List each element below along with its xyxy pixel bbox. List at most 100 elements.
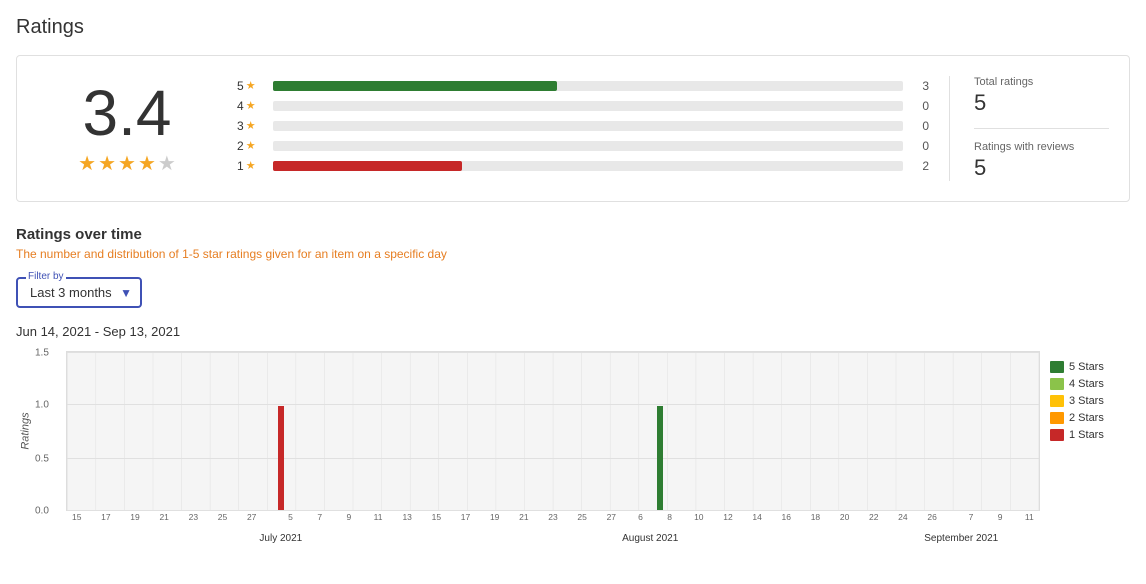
totals-divider <box>974 128 1109 129</box>
bar-label-3: 3 ★ <box>237 119 267 133</box>
x-tick-12b: 12 <box>723 512 732 522</box>
average-score: 3.4 <box>37 81 217 145</box>
bar-track-4 <box>273 101 903 111</box>
legend-color-3stars <box>1050 395 1064 407</box>
x-tick-23: 23 <box>189 512 198 522</box>
legend-3stars: 3 Stars <box>1050 395 1130 407</box>
x-tick-13a: 13 <box>402 512 411 522</box>
bar-count-4: 0 <box>909 99 929 113</box>
x-tick-11a: 11 <box>374 512 383 522</box>
chart-area: Ratings 1.5 1.0 0.5 0.0 <box>16 351 1130 561</box>
ratings-bars: 5 ★ 3 4 ★ 0 3 ★ <box>217 79 949 179</box>
ratings-over-time-section: Ratings over time The number and distrib… <box>16 226 1130 561</box>
legend-color-5stars <box>1050 361 1064 373</box>
x-tick-27b: 27 <box>607 512 616 522</box>
star-4: ★ <box>138 151 156 176</box>
bar-count-1: 2 <box>909 159 929 173</box>
filter-container: Filter by Last 3 months Last 6 months La… <box>16 277 142 308</box>
x-tick-25: 25 <box>218 512 227 522</box>
bar-label-text-5: 5 <box>237 79 244 93</box>
bar-label-text-1: 1 <box>237 159 244 173</box>
x-tick-16b: 16 <box>782 512 791 522</box>
x-tick-19: 19 <box>130 512 139 522</box>
bar-track-5 <box>273 81 903 91</box>
ratings-reviews-label: Ratings with reviews <box>974 141 1109 153</box>
ratings-reviews-value: 5 <box>974 155 1109 181</box>
x-tick-25a: 25 <box>577 512 586 522</box>
x-tick-21: 21 <box>159 512 168 522</box>
star-3: ★ <box>118 151 136 176</box>
x-tick-17: 17 <box>101 512 110 522</box>
filter-select[interactable]: Last 3 months Last 6 months Last year Al… <box>30 285 128 300</box>
bar-star-1: ★ <box>246 159 256 172</box>
legend-color-1stars <box>1050 429 1064 441</box>
bar-label-text-2: 2 <box>237 139 244 153</box>
x-tick-21a: 21 <box>519 512 528 522</box>
y-label-0-5: 0.5 <box>35 453 49 464</box>
gridline-0-0: 0.0 <box>67 510 1039 511</box>
x-tick-26b: 26 <box>927 512 936 522</box>
x-tick-7a: 7 <box>317 512 322 522</box>
bar-row-3: 3 ★ 0 <box>237 119 929 133</box>
legend-label-3stars: 3 Stars <box>1069 395 1104 407</box>
legend-1stars: 1 Stars <box>1050 429 1130 441</box>
x-tick-18b: 18 <box>811 512 820 522</box>
bar-fill-1 <box>273 161 462 171</box>
x-tick-9c: 9 <box>998 512 1003 522</box>
bar-row-1: 1 ★ 2 <box>237 159 929 173</box>
chart-bar-green <box>657 406 663 510</box>
stars-display: ★ ★ ★ ★ ★ <box>37 151 217 176</box>
bar-label-text-4: 4 <box>237 99 244 113</box>
bar-label-1: 1 ★ <box>237 159 267 173</box>
bar-label-text-3: 3 <box>237 119 244 133</box>
legend-label-4stars: 4 Stars <box>1069 378 1104 390</box>
x-tick-27a: 27 <box>247 512 256 522</box>
over-time-subtitle: The number and distribution of 1-5 star … <box>16 247 1130 261</box>
legend-color-4stars <box>1050 378 1064 390</box>
x-tick-17a: 17 <box>461 512 470 522</box>
bar-star-2: ★ <box>246 139 256 152</box>
total-ratings-value: 5 <box>974 90 1109 116</box>
x-tick-19a: 19 <box>490 512 499 522</box>
x-tick-6b: 6 <box>638 512 643 522</box>
x-tick-5a: 5 <box>288 512 293 522</box>
legend-label-5stars: 5 Stars <box>1069 361 1104 373</box>
bar-track-3 <box>273 121 903 131</box>
totals-section: Total ratings 5 Ratings with reviews 5 <box>949 76 1109 181</box>
big-score-section: 3.4 ★ ★ ★ ★ ★ <box>37 81 217 176</box>
bar-track-2 <box>273 141 903 151</box>
bar-star-3: ★ <box>246 119 256 132</box>
x-tick-23a: 23 <box>548 512 557 522</box>
bar-label-5: 5 ★ <box>237 79 267 93</box>
bar-row-4: 4 ★ 0 <box>237 99 929 113</box>
filter-legend-label: Filter by <box>26 271 66 282</box>
x-tick-24b: 24 <box>898 512 907 522</box>
x-tick-10b: 10 <box>694 512 703 522</box>
date-range: Jun 14, 2021 - Sep 13, 2021 <box>16 324 1130 339</box>
bar-label-4: 4 ★ <box>237 99 267 113</box>
bar-star-4: ★ <box>246 99 256 112</box>
x-month-august: August 2021 <box>622 533 678 544</box>
legend-label-2stars: 2 Stars <box>1069 412 1104 424</box>
y-label-0-0: 0.0 <box>35 506 49 517</box>
legend-4stars: 4 Stars <box>1050 378 1130 390</box>
star-1: ★ <box>78 151 96 176</box>
bar-fill-5 <box>273 81 557 91</box>
legend-2stars: 2 Stars <box>1050 412 1130 424</box>
bar-count-2: 0 <box>909 139 929 153</box>
x-tick-7c: 7 <box>969 512 974 522</box>
over-time-title: Ratings over time <box>16 226 1130 243</box>
y-axis-label: Ratings <box>20 412 32 449</box>
x-month-september: September 2021 <box>924 533 998 544</box>
chart-bar-red <box>278 406 284 510</box>
x-month-july: July 2021 <box>259 533 302 544</box>
legend-label-1stars: 1 Stars <box>1069 429 1104 441</box>
x-tick-15: 15 <box>72 512 81 522</box>
x-tick-9a: 9 <box>347 512 352 522</box>
y-axis-label-container: Ratings <box>16 351 36 511</box>
legend-color-2stars <box>1050 412 1064 424</box>
bar-star-5: ★ <box>246 79 256 92</box>
y-label-1-0: 1.0 <box>35 400 49 411</box>
bar-row-2: 2 ★ 0 <box>237 139 929 153</box>
bar-count-5: 3 <box>909 79 929 93</box>
